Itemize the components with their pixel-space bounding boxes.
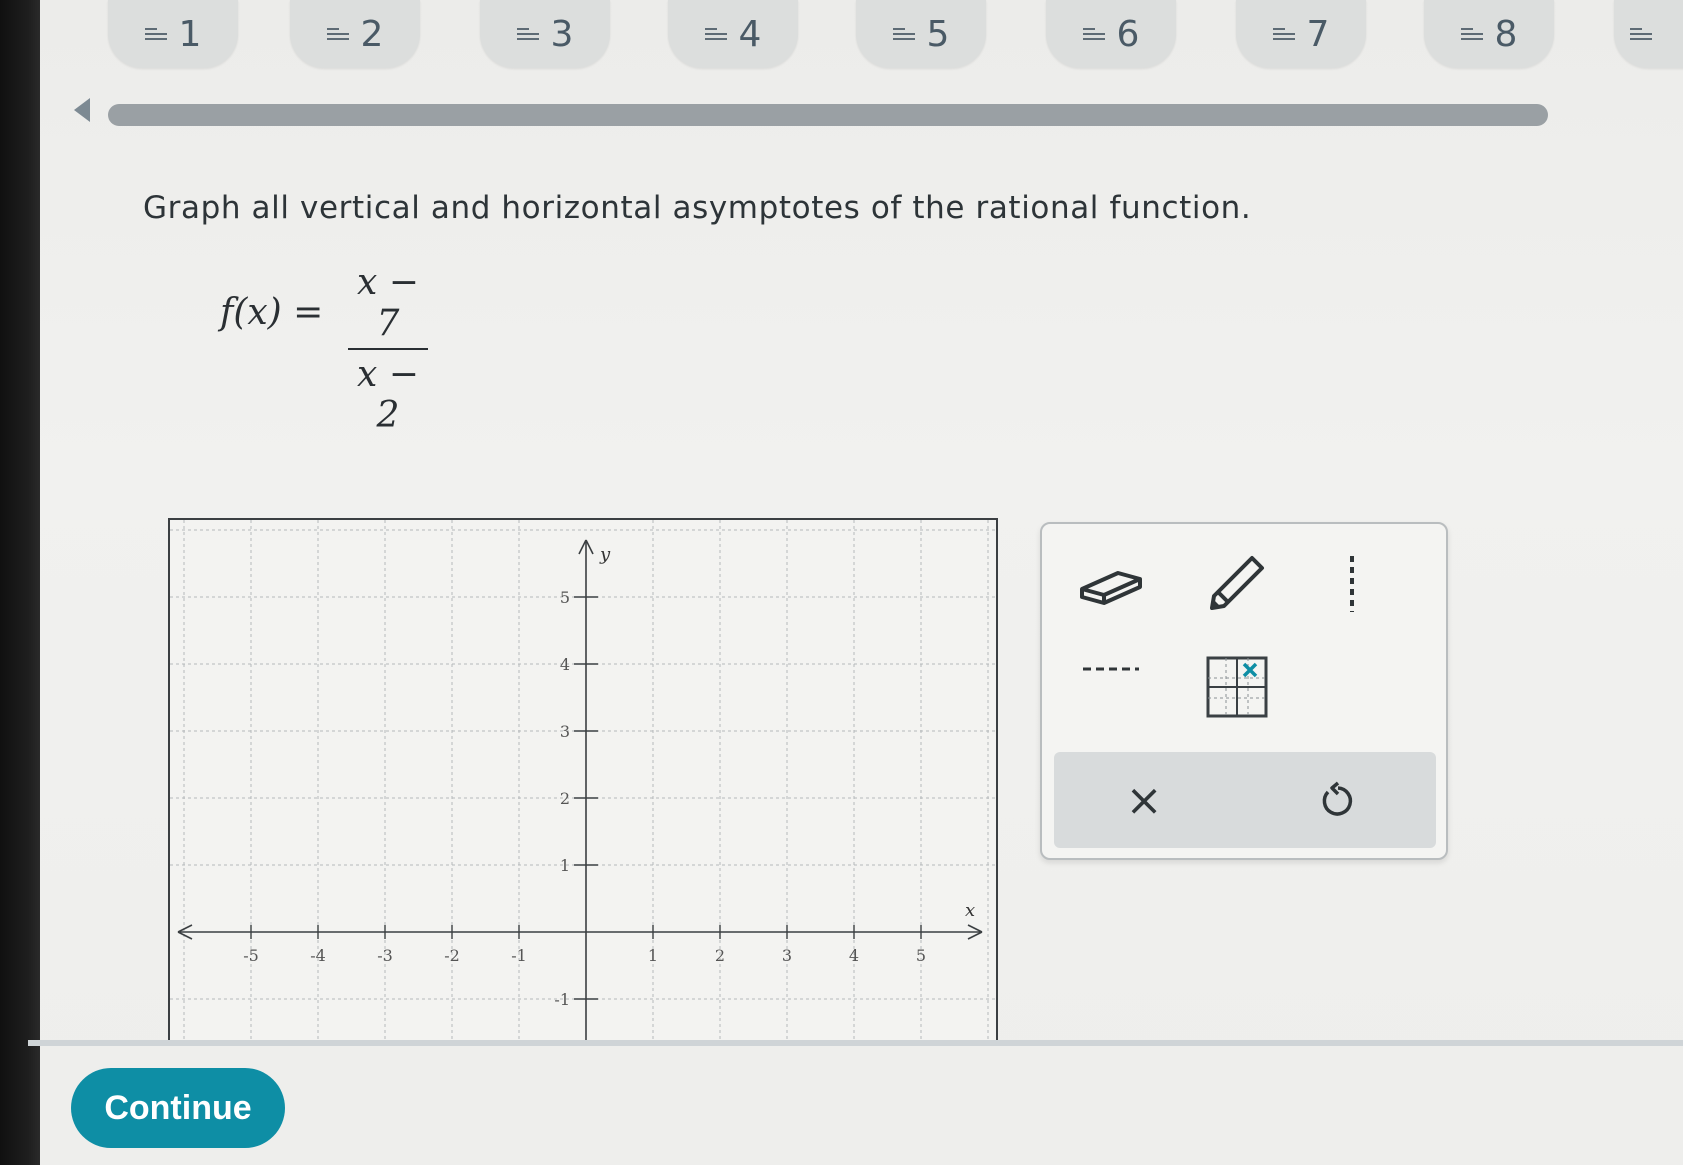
list-icon — [704, 26, 727, 42]
numerator: x − 7 — [357, 262, 419, 344]
device-bezel — [0, 0, 40, 1165]
list-icon — [892, 26, 915, 42]
grid-point-icon — [1206, 656, 1268, 718]
tab-question-2[interactable]: 2 — [290, 0, 420, 68]
tab-label: 3 — [550, 13, 574, 55]
function-lhs: f(x) = — [220, 292, 324, 333]
tab-label: 6 — [1116, 13, 1140, 55]
tab-label: 1 — [178, 13, 202, 55]
list-icon — [326, 26, 349, 42]
tab-label: 5 — [926, 13, 950, 55]
tab-question-7[interactable]: 7 — [1236, 0, 1366, 68]
list-icon — [1630, 26, 1652, 42]
progress-bar — [108, 104, 1548, 126]
eraser-tool[interactable] — [1076, 554, 1146, 614]
graph-svg[interactable]: x y -5 -4 -3 -2 -1 1 2 3 4 5 5 4 3 2 1 -1 — [170, 520, 996, 1045]
fraction: x − 7 x − 2 — [348, 262, 428, 436]
grid-point-tool[interactable] — [1202, 654, 1272, 720]
undo-icon — [1322, 781, 1353, 816]
fraction-bar — [348, 348, 428, 350]
y-tick-label: 4 — [560, 655, 570, 674]
tab-question-3[interactable]: 3 — [480, 0, 610, 68]
tab-label: 8 — [1494, 13, 1518, 55]
tool-panel: × — [1040, 522, 1448, 860]
question-prompt: Graph all vertical and horizontal asympt… — [143, 190, 1252, 226]
pencil-icon — [1210, 556, 1264, 610]
close-icon: × — [1125, 774, 1163, 826]
tool-action-bar: × — [1054, 752, 1436, 848]
tab-question-8[interactable]: 8 — [1424, 0, 1554, 68]
tab-question-4[interactable]: 4 — [668, 0, 798, 68]
y-tick-label: 3 — [560, 722, 570, 741]
continue-button[interactable]: Continue — [71, 1068, 285, 1148]
list-icon — [516, 26, 539, 42]
pencil-tool[interactable] — [1202, 544, 1272, 614]
footer-divider — [28, 1040, 1683, 1046]
y-tick-label: 1 — [560, 856, 570, 875]
vertical-asymptote-tool[interactable] — [1332, 554, 1372, 614]
tab-label: 2 — [360, 13, 384, 55]
x-tick-label: -2 — [444, 946, 460, 965]
x-axis-label: x — [965, 900, 975, 921]
x-tick-label: 2 — [715, 946, 725, 965]
graph-canvas[interactable]: x y -5 -4 -3 -2 -1 1 2 3 4 5 5 4 3 2 1 -1 — [168, 518, 998, 1045]
list-icon — [1082, 26, 1105, 42]
y-tick-label: 2 — [560, 789, 570, 808]
tab-question-6[interactable]: 6 — [1046, 0, 1176, 68]
tab-question-1[interactable]: 1 — [108, 0, 238, 68]
y-axis-label: y — [599, 544, 611, 565]
tab-question-9[interactable] — [1614, 0, 1683, 68]
undo-button[interactable] — [1306, 770, 1366, 830]
horizontal-asymptote-tool[interactable] — [1076, 654, 1146, 684]
x-tick-label: -5 — [243, 946, 259, 965]
back-arrow-icon[interactable] — [74, 98, 90, 122]
y-tick-label: 5 — [560, 588, 570, 607]
horizontal-asymptote-icon — [1083, 667, 1139, 671]
x-tick-label: -4 — [310, 946, 326, 965]
eraser-icon — [1080, 571, 1142, 605]
vertical-asymptote-icon — [1350, 556, 1354, 612]
x-tick-label: -1 — [511, 946, 527, 965]
x-tick-label: 5 — [916, 946, 926, 965]
clear-button[interactable]: × — [1114, 770, 1174, 830]
list-icon — [144, 26, 167, 42]
y-tick-label: -1 — [554, 990, 570, 1009]
denominator: x − 2 — [357, 354, 419, 436]
x-tick-label: 3 — [782, 946, 792, 965]
tab-question-5[interactable]: 5 — [856, 0, 986, 68]
tab-label: 4 — [738, 13, 762, 55]
list-icon — [1272, 26, 1295, 42]
question-tabs: 1 2 3 4 5 6 7 8 — [0, 0, 1683, 80]
x-tick-label: 4 — [849, 946, 859, 965]
list-icon — [1460, 26, 1483, 42]
x-tick-label: 1 — [648, 946, 658, 965]
x-tick-label: -3 — [377, 946, 393, 965]
tab-label: 7 — [1306, 13, 1330, 55]
